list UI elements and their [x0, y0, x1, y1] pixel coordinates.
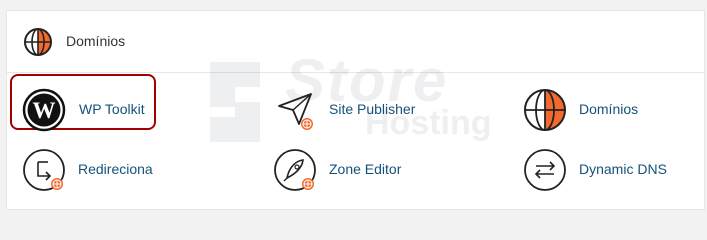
svg-text:W: W — [33, 98, 56, 123]
item-label: Site Publisher — [329, 101, 416, 117]
item-label: Domínios — [579, 101, 639, 117]
redirect-icon — [23, 149, 65, 191]
globe-icon — [24, 28, 52, 56]
item-label: Zone Editor — [329, 161, 402, 177]
paper-plane-icon — [278, 93, 313, 130]
item-label: WP Toolkit — [79, 101, 145, 117]
globe-icon — [524, 89, 566, 131]
swap-arrows-icon — [524, 149, 566, 191]
rocket-icon — [274, 149, 316, 191]
item-label: Dynamic DNS — [579, 161, 667, 177]
wordpress-icon: W — [22, 88, 66, 132]
item-label: Redireciona — [78, 161, 153, 177]
panel-header[interactable]: Domínios — [7, 11, 704, 73]
section-title: Domínios — [66, 33, 126, 49]
